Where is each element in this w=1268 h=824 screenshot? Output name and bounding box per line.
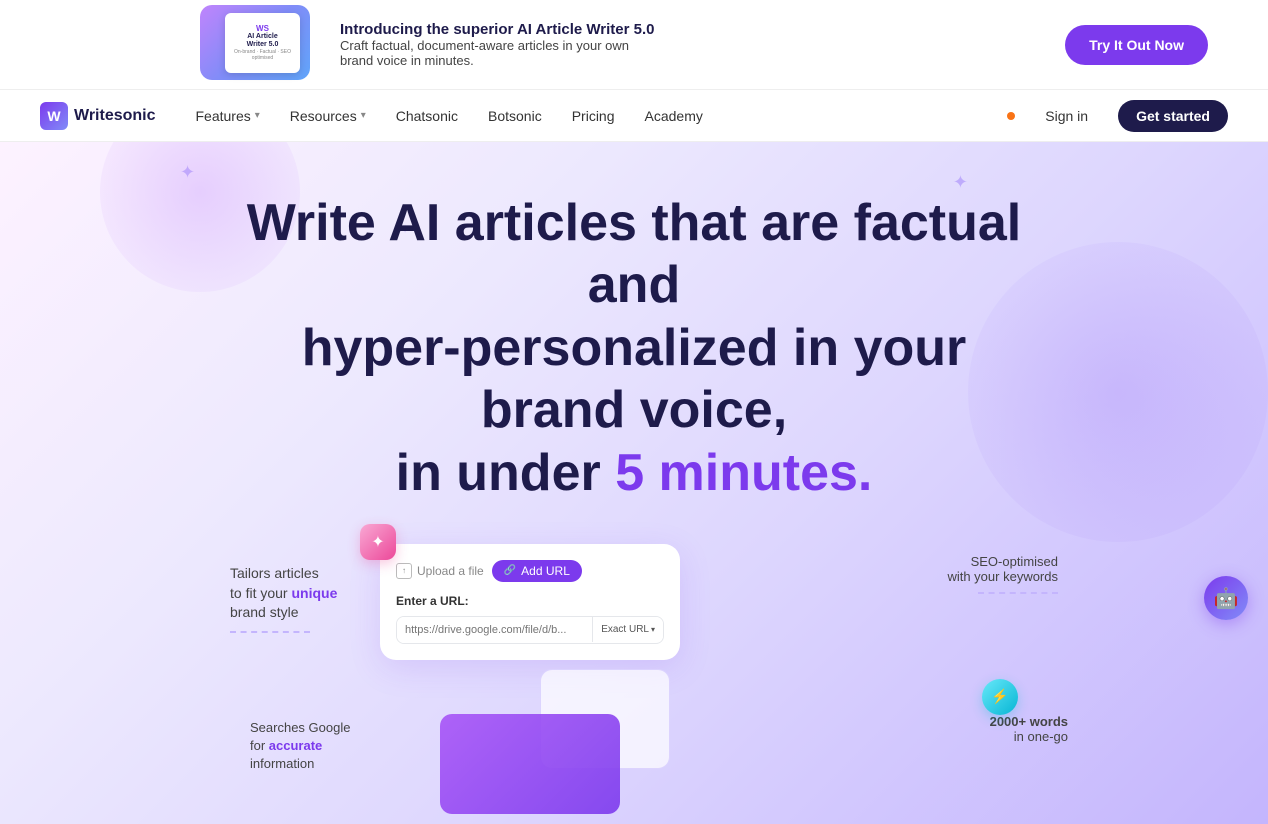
card-tabs: ↑ Upload a file 🔗 Add URL (396, 560, 664, 582)
chat-widget[interactable]: 🤖 (1204, 576, 1248, 620)
demo-area: Tailors articles to fit your unique bran… (0, 524, 1268, 824)
annotation-seo-line2: with your keywords (947, 569, 1058, 584)
annotation-brand-style: Tailors articles to fit your unique bran… (230, 564, 337, 633)
get-started-button[interactable]: Get started (1118, 100, 1228, 132)
annotation-seo: SEO-optimised with your keywords (947, 554, 1058, 594)
banner-card-title: AI ArticleWriter 5.0 (247, 33, 279, 50)
chevron-down-icon-resources: ▾ (361, 110, 366, 121)
chevron-down-icon-features: ▾ (255, 110, 260, 121)
annotation-words: 2000+ words in one-go (990, 714, 1068, 744)
hero-title-highlight: 5 minutes. (615, 444, 872, 502)
hero-title-line1: Write AI articles that are factual and (247, 194, 1022, 314)
dashed-line-brand (230, 631, 310, 633)
hero-title-line3-prefix: in under (396, 444, 616, 502)
banner: WS AI ArticleWriter 5.0 On-brand · Factu… (0, 0, 1268, 90)
tab-upload-label: Upload a file (417, 564, 484, 578)
nav-item-academy[interactable]: Academy (645, 108, 703, 124)
annotation-google-accurate: accurate (269, 738, 322, 753)
nav-label-academy: Academy (645, 108, 703, 124)
annotation-searches-google: Searches Google for accurate information (250, 719, 350, 774)
url-input-card: ↑ Upload a file 🔗 Add URL Enter a URL: E… (380, 544, 680, 660)
banner-graphic: WS AI ArticleWriter 5.0 On-brand · Factu… (200, 5, 320, 85)
banner-left: WS AI ArticleWriter 5.0 On-brand · Factu… (200, 5, 660, 85)
lightning-icon: ⚡ (982, 679, 1018, 715)
nav-item-pricing[interactable]: Pricing (572, 108, 615, 124)
purple-content-block (440, 714, 620, 814)
banner-card: WS AI ArticleWriter 5.0 On-brand · Factu… (225, 13, 300, 73)
annotation-google-line2: for (250, 738, 269, 753)
nav-item-chatsonic[interactable]: Chatsonic (396, 108, 458, 124)
sparkle-icon-3: ✦ (953, 172, 968, 193)
magic-wand-icon: ✦ (360, 524, 396, 560)
nav-label-botsonic: Botsonic (488, 108, 542, 124)
annotation-brand-line3: brand style (230, 604, 298, 620)
upload-icon: ↑ (396, 563, 412, 579)
nav-item-features[interactable]: Features ▾ (196, 108, 260, 124)
annotation-brand-unique: unique (291, 585, 337, 601)
banner-text: Introducing the superior AI Article Writ… (340, 21, 660, 68)
annotation-words-line1: 2000+ words (990, 714, 1068, 729)
annotation-words-line2: in one-go (1014, 729, 1068, 744)
hero-title-line2: hyper-personalized in your brand voice, (302, 319, 967, 439)
banner-card-sub: On-brand · Factual · SEO optimised (229, 49, 296, 61)
annotation-google-line1: Searches Google (250, 720, 350, 735)
logo-text: Writesonic (74, 107, 156, 125)
tab-url[interactable]: 🔗 Add URL (492, 560, 582, 582)
nav-label-resources: Resources (290, 108, 357, 124)
notification-dot (1007, 112, 1015, 120)
banner-heading: Introducing the superior AI Article Writ… (340, 21, 660, 38)
sparkle-icon-1: ✦ (180, 162, 195, 183)
logo-icon: W (40, 102, 68, 130)
dashed-line-seo (978, 592, 1058, 594)
navbar: W Writesonic Features ▾ Resources ▾ Chat… (0, 90, 1268, 142)
sign-in-button[interactable]: Sign in (1045, 108, 1088, 124)
nav-label-features: Features (196, 108, 251, 124)
link-icon: 🔗 (504, 565, 516, 576)
nav-item-botsonic[interactable]: Botsonic (488, 108, 542, 124)
annotation-google-line3: information (250, 756, 314, 771)
nav-item-resources[interactable]: Resources ▾ (290, 108, 366, 124)
url-input-label: Enter a URL: (396, 594, 664, 608)
annotation-brand-line2: to fit your (230, 585, 291, 601)
exact-url-button[interactable]: Exact URL (592, 617, 663, 642)
annotation-seo-line1: SEO-optimised (971, 554, 1058, 569)
hero-section: ✦ ✦ ✦ Write AI articles that are factual… (0, 142, 1268, 824)
tab-url-label: Add URL (521, 564, 570, 578)
nav-label-chatsonic: Chatsonic (396, 108, 458, 124)
banner-description: Craft factual, document-aware articles i… (340, 38, 660, 68)
logo[interactable]: W Writesonic (40, 102, 156, 130)
chat-icon: 🤖 (1214, 586, 1239, 611)
url-input-field[interactable] (397, 617, 592, 643)
banner-card-logo: WS (256, 24, 269, 33)
hero-title: Write AI articles that are factual and h… (244, 192, 1024, 504)
annotation-brand-line1: Tailors articles (230, 565, 319, 581)
nav-label-pricing: Pricing (572, 108, 615, 124)
try-it-out-button[interactable]: Try It Out Now (1065, 25, 1208, 65)
tab-upload[interactable]: ↑ Upload a file (396, 563, 484, 579)
